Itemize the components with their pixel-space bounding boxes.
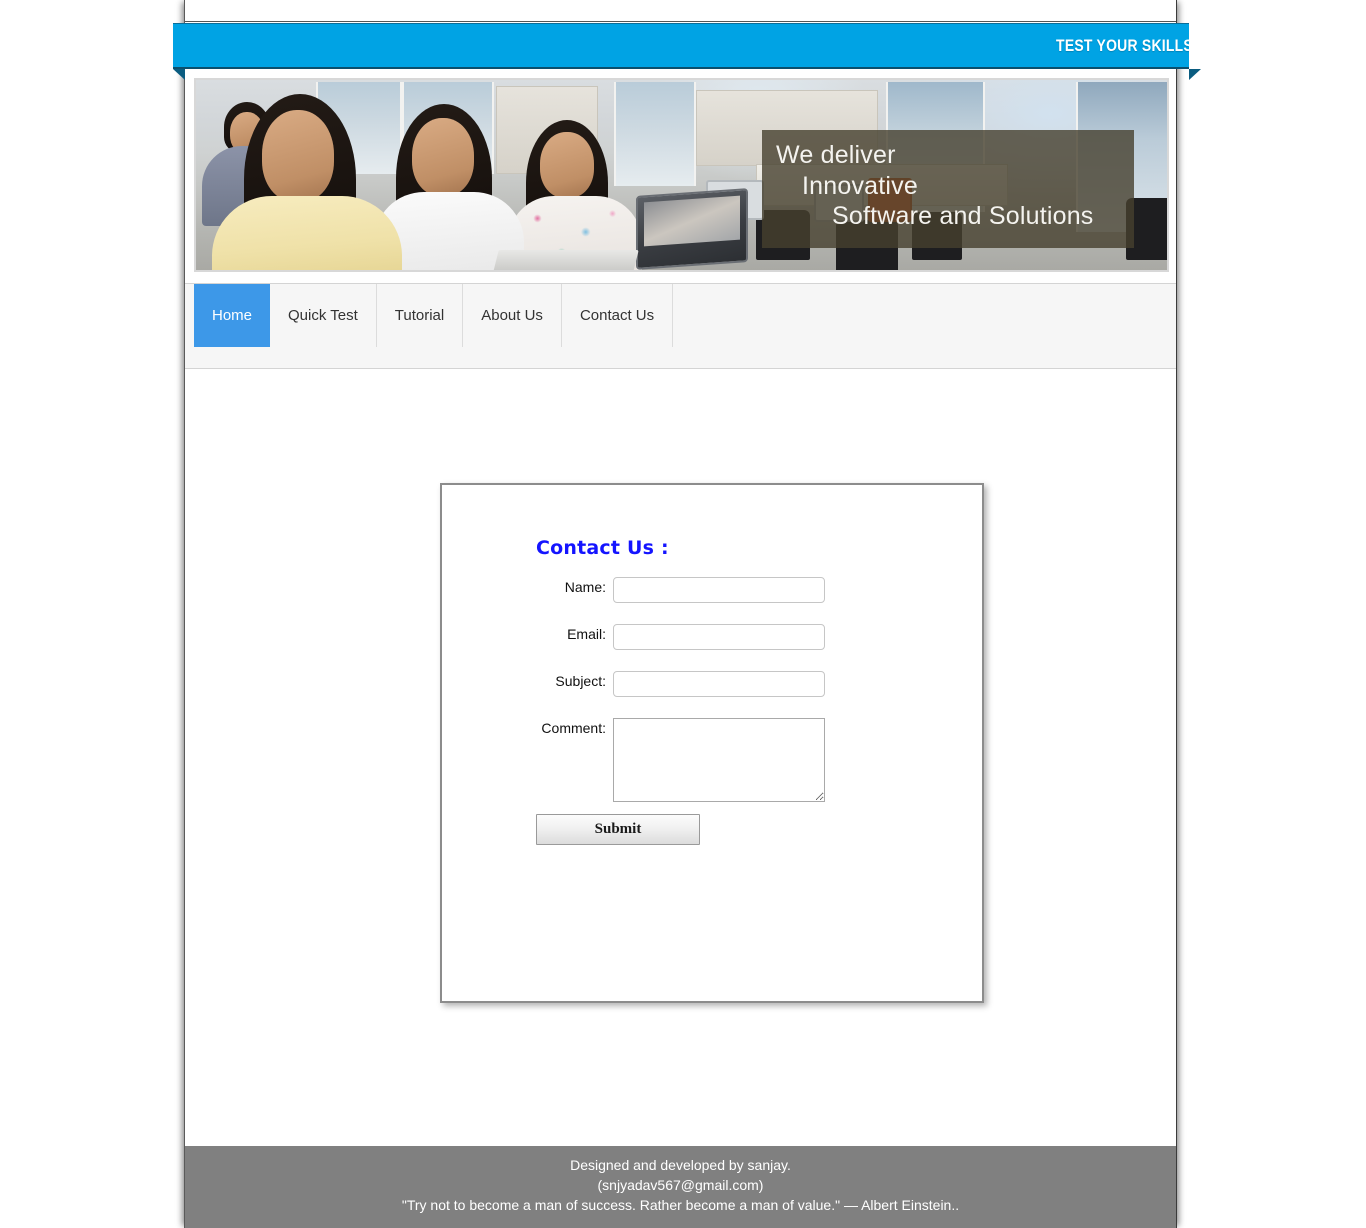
hero-caption-overlay: We deliver Innovative Software and Solut… bbox=[762, 130, 1134, 248]
face bbox=[540, 132, 594, 198]
nav-item-label: Home bbox=[212, 307, 253, 324]
nav-list: Home Quick Test Tutorial About Us Contac… bbox=[194, 284, 674, 347]
face bbox=[262, 110, 334, 202]
page-footer: Designed and developed by sanjay. (snjya… bbox=[185, 1143, 1176, 1228]
main-navigation: Home Quick Test Tutorial About Us Contac… bbox=[185, 283, 1176, 369]
ribbon-fold-right-icon bbox=[1189, 69, 1201, 80]
nav-item-tutorial[interactable]: Tutorial bbox=[377, 284, 464, 347]
name-label: Name: bbox=[564, 579, 606, 595]
email-label: Email: bbox=[567, 626, 606, 642]
nav-item-label: Tutorial bbox=[394, 307, 445, 324]
contact-form: Name: Email: Subject: Comment: Submit bbox=[442, 577, 982, 845]
nav-item-about-us[interactable]: About Us bbox=[463, 284, 562, 347]
nav-item-quick-test[interactable]: Quick Test bbox=[270, 284, 377, 347]
office-window bbox=[614, 82, 696, 186]
nav-item-home[interactable]: Home bbox=[194, 284, 271, 347]
form-row-comment: Comment: bbox=[442, 718, 982, 802]
torso bbox=[212, 196, 402, 270]
laptop bbox=[636, 188, 748, 270]
hero-banner: We deliver Innovative Software and Solut… bbox=[194, 78, 1169, 272]
face bbox=[412, 118, 474, 196]
form-row-submit: Submit bbox=[442, 814, 982, 845]
top-white-strip bbox=[185, 0, 1176, 22]
keyboard bbox=[493, 250, 639, 270]
submit-button[interactable]: Submit bbox=[536, 814, 700, 845]
laptop-screen bbox=[644, 195, 740, 247]
test-your-skills-label: TEST YOUR SKILLS bbox=[1056, 35, 1189, 55]
footer-quote-line: "Try not to become a man of success. Rat… bbox=[401, 1197, 960, 1213]
contact-form-heading: Contact Us : bbox=[536, 537, 669, 559]
subject-input[interactable] bbox=[613, 671, 825, 697]
nav-item-label: Quick Test bbox=[288, 307, 358, 324]
hero-caption-line-1: We deliver bbox=[776, 141, 896, 169]
comment-label: Comment: bbox=[541, 720, 606, 736]
hero-caption-line-2: Innovative bbox=[802, 171, 918, 200]
nav-item-contact-us[interactable]: Contact Us bbox=[562, 284, 674, 347]
name-input[interactable] bbox=[613, 577, 825, 603]
page-container: TEST YOUR SKILLS We deliver Innovative S… bbox=[173, 0, 1201, 1228]
contact-form-panel: Contact Us : Name: Email: Subject: Comme… bbox=[440, 483, 984, 1003]
test-your-skills-banner[interactable]: TEST YOUR SKILLS bbox=[173, 23, 1189, 69]
footer-credit-line: Designed and developed by sanjay. bbox=[570, 1157, 791, 1173]
subject-label: Subject: bbox=[555, 673, 606, 689]
email-input[interactable] bbox=[613, 624, 825, 650]
form-row-name: Name: bbox=[442, 577, 982, 603]
hero-caption-line-3: Software and Solutions bbox=[832, 202, 1094, 230]
form-row-email: Email: bbox=[442, 624, 982, 650]
comment-textarea[interactable] bbox=[613, 718, 825, 802]
nav-item-label: Contact Us bbox=[579, 307, 655, 324]
form-row-subject: Subject: bbox=[442, 671, 982, 697]
nav-item-label: About Us bbox=[481, 307, 543, 324]
footer-email-line: (snjyadav567@gmail.com) bbox=[597, 1177, 764, 1193]
ribbon-fold-left-icon bbox=[173, 69, 185, 80]
